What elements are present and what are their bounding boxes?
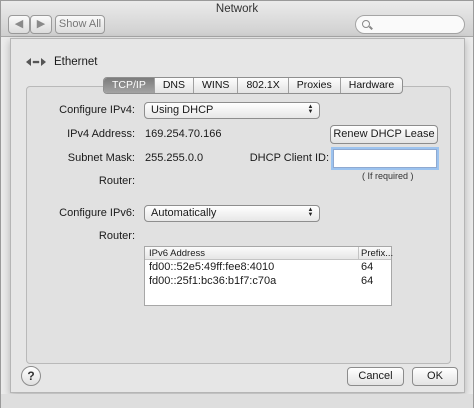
tab-dns[interactable]: DNS bbox=[155, 78, 195, 93]
column-header-address[interactable]: IPv6 Address bbox=[149, 247, 205, 260]
interface-name: Ethernet bbox=[54, 56, 98, 68]
network-window: Network ◀ ▶ Show All Ethernet Configure … bbox=[0, 0, 474, 408]
search-icon bbox=[362, 20, 370, 28]
ipv6-address-cell: fd00::25f1:bc36:b1f7:c70a bbox=[149, 275, 277, 287]
dhcp-client-id-hint: ( If required ) bbox=[362, 171, 414, 181]
subnet-mask-label: Subnet Mask: bbox=[67, 152, 135, 164]
help-button[interactable]: ? bbox=[21, 366, 41, 386]
table-header: IPv6 Address Prefix... bbox=[145, 247, 393, 260]
popup-arrows-icon: ▲ ▼ bbox=[307, 207, 314, 218]
renew-dhcp-lease-button[interactable]: Renew DHCP Lease bbox=[330, 125, 438, 144]
ipv6-address-table[interactable]: IPv6 Address Prefix... fd00::52e5:49ff:f… bbox=[144, 246, 393, 306]
column-header-prefix[interactable]: Prefix... bbox=[361, 247, 393, 260]
window-bottom-bar bbox=[1, 394, 473, 408]
table-row[interactable]: fd00::52e5:49ff:fee8:4010 64 bbox=[145, 260, 391, 274]
configure-ipv6-label: Configure IPv6: bbox=[59, 207, 135, 219]
tab-tcp-ip[interactable]: TCP/IP bbox=[104, 78, 155, 93]
popup-arrows-icon: ▲ ▼ bbox=[307, 104, 314, 115]
ipv6-prefix-cell: 64 bbox=[361, 261, 374, 273]
subnet-mask-value: 255.255.0.0 bbox=[145, 152, 204, 164]
tab-hardware[interactable]: Hardware bbox=[341, 78, 403, 93]
ipv6-router-label: Router: bbox=[98, 230, 135, 242]
tab-wins[interactable]: WINS bbox=[194, 78, 239, 93]
advanced-settings-sheet: Ethernet Configure IPv4: Using DHCP ▲ ▼ I… bbox=[10, 38, 465, 393]
forward-button[interactable]: ▶ bbox=[30, 15, 52, 34]
ipv4-address-value: 169.254.70.166 bbox=[145, 128, 222, 140]
configure-ipv4-value: Using DHCP bbox=[151, 104, 214, 116]
ethernet-icon bbox=[26, 58, 46, 66]
title-bar: Network ◀ ▶ Show All bbox=[1, 1, 473, 37]
dhcp-client-id-field[interactable] bbox=[333, 149, 437, 168]
tab-proxies[interactable]: Proxies bbox=[289, 78, 341, 93]
search-field[interactable] bbox=[355, 15, 465, 34]
configure-ipv6-popup[interactable]: Automatically ▲ ▼ bbox=[144, 205, 320, 222]
dhcp-client-id-label: DHCP Client ID: bbox=[249, 152, 329, 164]
cancel-button[interactable]: Cancel bbox=[347, 367, 404, 386]
ipv6-prefix-cell: 64 bbox=[361, 275, 374, 287]
show-all-button[interactable]: Show All bbox=[55, 15, 105, 34]
settings-tabs: TCP/IP DNS WINS 802.1X Proxies Hardware bbox=[103, 77, 404, 94]
configure-ipv4-popup[interactable]: Using DHCP ▲ ▼ bbox=[144, 102, 320, 119]
configure-ipv4-label: Configure IPv4: bbox=[59, 104, 135, 116]
ipv4-address-label: IPv4 Address: bbox=[67, 128, 135, 140]
settings-panel: Configure IPv4: Using DHCP ▲ ▼ IPv4 Addre… bbox=[26, 86, 451, 364]
configure-ipv6-value: Automatically bbox=[151, 207, 217, 219]
ipv4-router-label: Router: bbox=[98, 175, 135, 187]
tab-802-1x[interactable]: 802.1X bbox=[238, 78, 289, 93]
ipv6-address-cell: fd00::52e5:49ff:fee8:4010 bbox=[149, 261, 275, 273]
table-row[interactable]: fd00::25f1:bc36:b1f7:c70a 64 bbox=[145, 274, 391, 288]
window-title: Network bbox=[215, 3, 259, 15]
ok-button[interactable]: OK bbox=[412, 367, 458, 386]
back-button[interactable]: ◀ bbox=[8, 15, 30, 34]
